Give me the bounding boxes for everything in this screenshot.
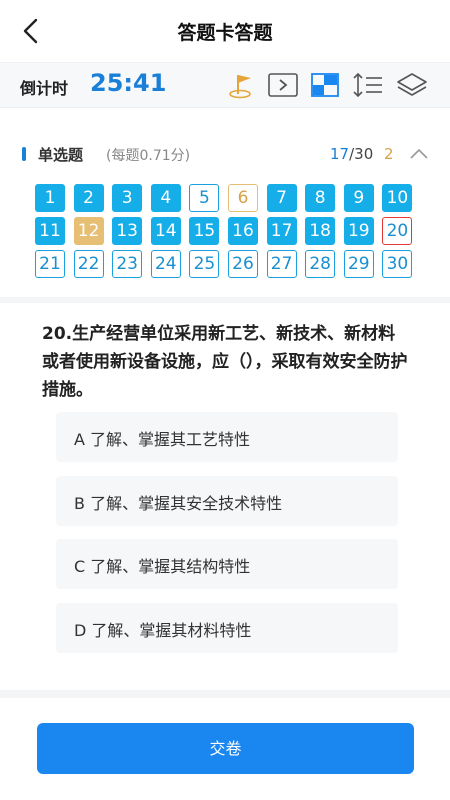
question-number-button[interactable]: 12 <box>73 217 104 245</box>
option-d-label: D 了解、掌握其材料特性 <box>74 621 252 640</box>
layers-icon[interactable] <box>395 69 429 101</box>
footer-divider <box>0 690 450 698</box>
page-title: 答题卡答题 <box>177 22 273 44</box>
flag-icon[interactable] <box>225 69 259 101</box>
next-icon[interactable] <box>266 69 300 101</box>
chevron-up-icon[interactable] <box>408 144 430 164</box>
section-divider <box>0 297 450 303</box>
option-b[interactable]: B 了解、掌握其安全技术特性 <box>56 476 398 526</box>
submit-exam-button[interactable]: 交卷 <box>37 723 414 774</box>
question-number-button[interactable]: 14 <box>150 217 181 245</box>
question-number-button[interactable]: 28 <box>305 250 336 278</box>
timer-value: 25:41 <box>90 69 167 97</box>
toolbar: 倒计时 25:41 <box>0 62 450 108</box>
question-number-button[interactable]: 7 <box>266 184 297 212</box>
grid-view-icon[interactable] <box>308 69 342 101</box>
question-number-button[interactable]: 25 <box>189 250 220 278</box>
question-number-button[interactable]: 23 <box>112 250 143 278</box>
question-number-button[interactable]: 9 <box>343 184 374 212</box>
option-a-label: A 了解、掌握其工艺特性 <box>74 430 251 449</box>
question-number-button[interactable]: 10 <box>382 184 413 212</box>
progress-current: 17 <box>330 145 350 163</box>
question-number-button[interactable]: 1 <box>35 184 65 212</box>
question-number-button[interactable]: 24 <box>150 250 181 278</box>
question-text: 20.生产经营单位采用新工艺、新技术、新材料或者使用新设备设施，应（），采取有效… <box>42 324 408 400</box>
answer-card-section: 单选题 (每题0.71分) 17/30 2 1 2 3 4 5 6 7 8 9 10 11 12 13 1… <box>0 130 450 278</box>
question-number-button[interactable]: 13 <box>112 217 143 245</box>
section-subtitle: (每题0.71分) <box>106 148 191 164</box>
question-number-button[interactable]: 18 <box>305 217 336 245</box>
option-b-label: B 了解、掌握其安全技术特性 <box>74 494 283 513</box>
option-d[interactable]: D 了解、掌握其材料特性 <box>56 603 398 653</box>
question-number-button[interactable]: 20 <box>382 217 413 245</box>
question-number-button[interactable]: 4 <box>150 184 181 212</box>
section-title: 单选题 <box>38 146 84 164</box>
timer-label: 倒计时 <box>20 79 69 98</box>
option-c-label: C 了解、掌握其结构特性 <box>74 557 251 576</box>
question-number-button[interactable]: 17 <box>266 217 297 245</box>
question-number-button[interactable]: 27 <box>266 250 297 278</box>
option-c[interactable]: C 了解、掌握其结构特性 <box>56 539 398 589</box>
section-header: 单选题 (每题0.71分) 17/30 2 <box>0 130 450 170</box>
question-number-button[interactable]: 29 <box>343 250 374 278</box>
flag-count: 2 <box>384 145 394 163</box>
question-number-button[interactable]: 22 <box>73 250 104 278</box>
question-number-button[interactable]: 26 <box>228 250 258 278</box>
line-spacing-icon[interactable] <box>351 69 385 101</box>
question-number-button[interactable]: 30 <box>382 250 413 278</box>
question-number-button[interactable]: 2 <box>73 184 104 212</box>
question-number-button[interactable]: 8 <box>305 184 336 212</box>
option-a[interactable]: A 了解、掌握其工艺特性 <box>56 412 398 462</box>
section-accent-bar <box>22 147 26 161</box>
question-number-button[interactable]: 11 <box>35 217 65 245</box>
question-number-button[interactable]: 5 <box>189 184 220 212</box>
question-number-button[interactable]: 3 <box>112 184 143 212</box>
header-bar: 答题卡答题 <box>0 0 450 62</box>
question-number-button[interactable]: 6 <box>228 184 258 212</box>
progress-counter: 17/30 <box>330 145 373 163</box>
progress-total: /30 <box>349 145 374 163</box>
question-number-button[interactable]: 16 <box>228 217 258 245</box>
question-number-button[interactable]: 15 <box>189 217 220 245</box>
question-number-button[interactable]: 21 <box>35 250 65 278</box>
question-number-button[interactable]: 19 <box>343 217 374 245</box>
